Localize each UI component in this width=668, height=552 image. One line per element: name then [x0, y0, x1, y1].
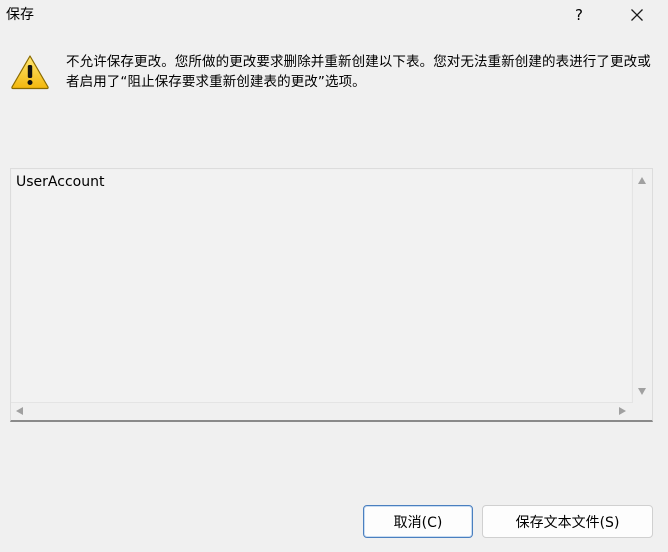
- warning-icon: [11, 55, 49, 90]
- close-icon: [631, 9, 643, 21]
- title-bar: 保存 ?: [0, 0, 668, 32]
- window-title: 保存: [6, 7, 34, 23]
- table-list-box[interactable]: UserAccount: [10, 168, 653, 422]
- scroll-right-arrow-icon[interactable]: [619, 407, 626, 415]
- vertical-scrollbar[interactable]: [632, 169, 652, 403]
- scroll-down-arrow-icon[interactable]: [638, 388, 646, 395]
- warning-message: 不允许保存更改。您所做的更改要求删除并重新创建以下表。您对无法重新创建的表进行了…: [66, 54, 651, 90]
- horizontal-scrollbar[interactable]: [11, 402, 632, 420]
- close-button[interactable]: [622, 0, 652, 30]
- save-text-file-button[interactable]: 保存文本文件(S): [482, 505, 653, 538]
- cancel-button[interactable]: 取消(C): [363, 505, 473, 538]
- help-button[interactable]: ?: [564, 0, 594, 30]
- scroll-left-arrow-icon[interactable]: [16, 407, 23, 415]
- save-dialog: 保存 ? 不允许保存更改。您所做的更改要求删除并重新创建以下表。您对无法重新创建…: [0, 0, 668, 552]
- scroll-up-arrow-icon[interactable]: [638, 177, 646, 184]
- table-list-content: UserAccount: [12, 170, 631, 402]
- list-item-table[interactable]: UserAccount: [16, 173, 104, 191]
